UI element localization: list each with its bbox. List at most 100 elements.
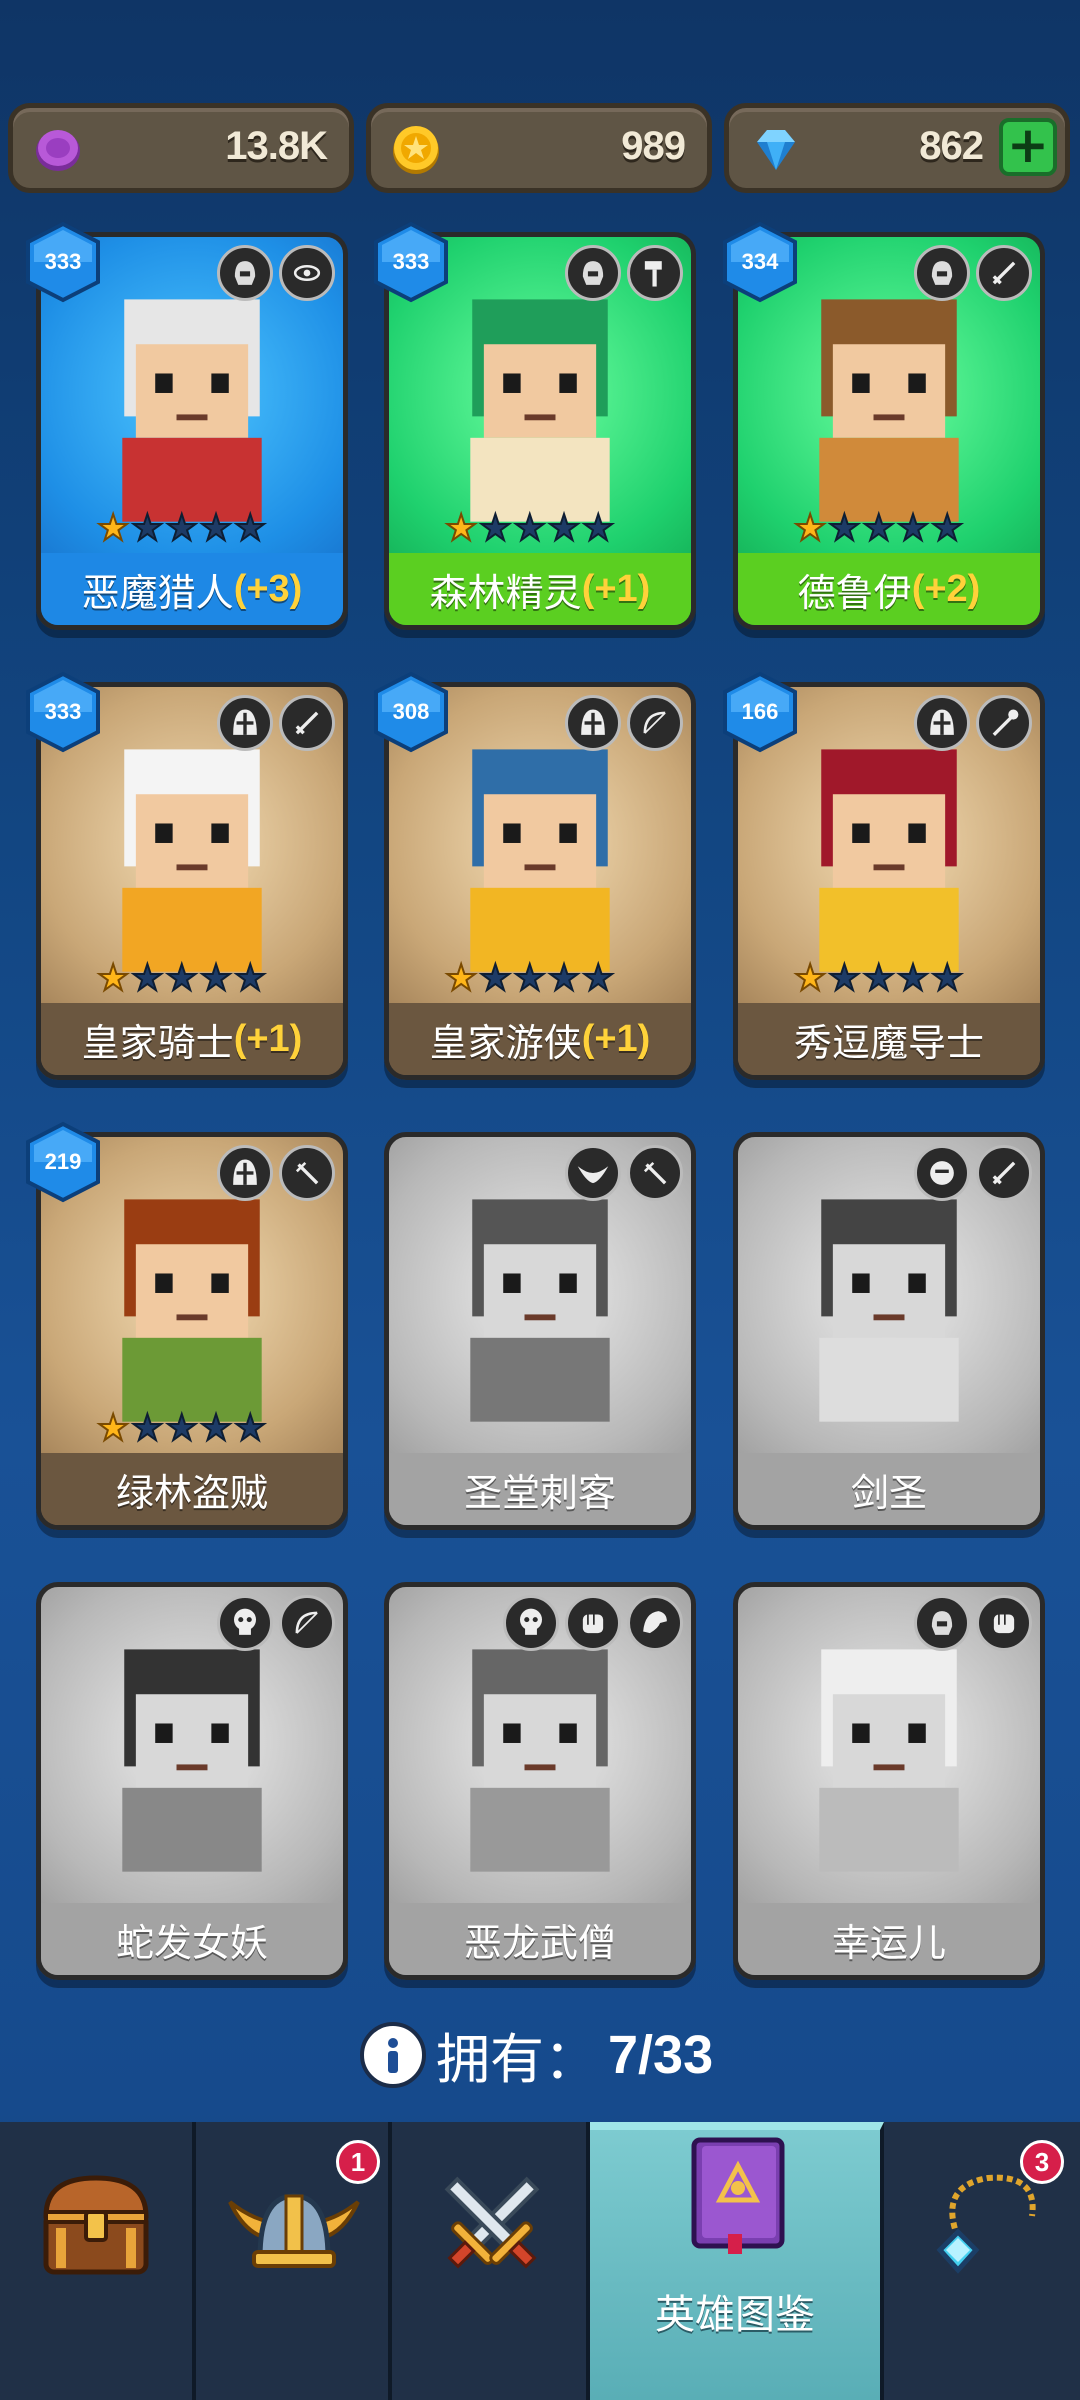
- viking-helmet-icon: [228, 2193, 360, 2268]
- amulet-icon: [936, 2174, 1036, 2274]
- star-icon: ★: [862, 958, 896, 999]
- hero-name: 德鲁伊: [797, 570, 912, 615]
- owned-label: 拥有：: [436, 2028, 598, 2091]
- star-icon: ★: [827, 508, 861, 549]
- hero-role-badges: [914, 1145, 1032, 1201]
- plus-icon: +: [1007, 116, 1049, 174]
- tab-accessories[interactable]: 3: [884, 2122, 1080, 2400]
- crossed-swords-icon: [444, 2176, 540, 2269]
- hero-star-rating: ★ ★ ★ ★ ★: [96, 958, 267, 999]
- hero-name-bar: 秀逗魔导士: [738, 1003, 1040, 1075]
- bottom-nav: 1 英雄图鉴 3: [0, 2122, 1080, 2400]
- orc-face-icon: [914, 1145, 970, 1201]
- hero-star-rating: ★ ★ ★ ★ ★: [793, 508, 964, 549]
- star-icon: ★: [896, 508, 930, 549]
- hero-level: 219: [44, 1149, 82, 1174]
- hero-card[interactable]: 恶龙武僧: [384, 1582, 696, 1980]
- hero-name-bar: 蛇发女妖: [41, 1903, 343, 1975]
- hero-name: 圣堂刺客: [463, 1470, 616, 1515]
- star-icon: ★: [444, 508, 478, 549]
- star-icon: ★: [896, 958, 930, 999]
- knight-helmet-icon: [565, 695, 621, 751]
- star-icon: ★: [547, 508, 581, 549]
- hero-card[interactable]: 蛇发女妖: [36, 1582, 348, 1980]
- star-icon: ★: [165, 1408, 199, 1449]
- dagger-icon: [279, 1145, 335, 1201]
- sword-icon: [976, 1145, 1032, 1201]
- blue-gem-icon: [757, 130, 795, 170]
- sword-icon: [279, 695, 335, 751]
- fist-icon: [565, 1595, 621, 1651]
- star-icon: ★: [793, 508, 827, 549]
- hero-role-badges: [565, 1145, 683, 1201]
- hammer-icon: [627, 245, 683, 301]
- hero-name-bar: 剑圣: [738, 1453, 1040, 1525]
- elf-helmet-icon: [217, 245, 273, 301]
- hero-role-badges: [565, 245, 683, 301]
- hero-bonus: (+1): [581, 567, 651, 610]
- hero-name: 森林精灵: [429, 570, 582, 615]
- knight-helmet-icon: [217, 695, 273, 751]
- hero-level: 333: [44, 249, 82, 274]
- hero-name: 秀逗魔导士: [793, 1020, 984, 1065]
- hero-name: 皇家骑士: [81, 1020, 234, 1065]
- star-icon: ★: [478, 958, 512, 999]
- star-icon: ★: [233, 1408, 267, 1449]
- heroes-notification-badge: 1: [336, 2140, 380, 2184]
- star-icon: ★: [96, 508, 130, 549]
- purple-orb-icon: [36, 130, 80, 171]
- hero-card[interactable]: 剑圣: [733, 1132, 1045, 1530]
- hero-role-badges: [217, 695, 335, 751]
- winged-emblem-icon: [565, 1145, 621, 1201]
- tab-hero-codex[interactable]: 英雄图鉴: [590, 2122, 884, 2400]
- hero-name-bar: 圣堂刺客: [389, 1453, 691, 1525]
- star-icon: ★: [130, 508, 164, 549]
- hero-bonus: (+1): [233, 1017, 303, 1060]
- knight-helmet-icon: [914, 695, 970, 751]
- currency-gem: 862 +: [724, 103, 1070, 193]
- add-gems-button[interactable]: +: [999, 118, 1057, 176]
- dagger-icon: [627, 1145, 683, 1201]
- hero-level: 334: [741, 249, 779, 274]
- info-icon: [388, 2037, 398, 2073]
- star-icon: ★: [199, 1408, 233, 1449]
- hero-level-badge: 333: [24, 670, 102, 754]
- star-icon: ★: [581, 508, 615, 549]
- treasure-chest-icon: [43, 2175, 149, 2275]
- gold-coin-icon: [393, 126, 439, 174]
- bow-icon: [279, 1595, 335, 1651]
- hero-role-badges: [217, 1145, 335, 1201]
- hero-role-badges: [914, 695, 1032, 751]
- hero-role-badges: [914, 245, 1032, 301]
- tab-chest[interactable]: [0, 2122, 196, 2400]
- star-icon: ★: [233, 958, 267, 999]
- hero-level-badge: 333: [372, 220, 450, 304]
- hero-name: 绿林盗贼: [115, 1470, 268, 1515]
- star-icon: ★: [233, 508, 267, 549]
- staff-icon: [976, 695, 1032, 751]
- tab-battle[interactable]: [392, 2122, 590, 2400]
- hero-role-badges: [914, 1595, 1032, 1651]
- hero-level-badge: 219: [24, 1120, 102, 1204]
- owned-count: 7/33: [608, 2024, 714, 2085]
- knight-helmet-icon: [217, 1145, 273, 1201]
- star-icon: ★: [96, 1408, 130, 1449]
- hero-level-badge: 333: [24, 220, 102, 304]
- hero-star-rating: ★ ★ ★ ★ ★: [96, 508, 267, 549]
- elf-helmet-icon: [914, 245, 970, 301]
- star-icon: ★: [581, 958, 615, 999]
- star-icon: ★: [130, 1408, 164, 1449]
- currency-purple: 13.8K: [8, 103, 354, 193]
- hero-name-bar: 皇家游侠 (+1): [389, 1003, 691, 1075]
- hero-card[interactable]: 圣堂刺客: [384, 1132, 696, 1530]
- hero-level: 333: [392, 249, 430, 274]
- elf-helmet-icon: [565, 245, 621, 301]
- elf-helmet-icon: [914, 1595, 970, 1651]
- dragon-icon: [627, 1595, 683, 1651]
- hero-level: 333: [44, 699, 82, 724]
- hero-card[interactable]: 幸运儿: [733, 1582, 1045, 1980]
- hero-bonus: (+3): [233, 567, 303, 610]
- hero-bonus: (+2): [911, 567, 981, 610]
- info-button[interactable]: [360, 2021, 426, 2088]
- tab-heroes[interactable]: 1: [196, 2122, 392, 2400]
